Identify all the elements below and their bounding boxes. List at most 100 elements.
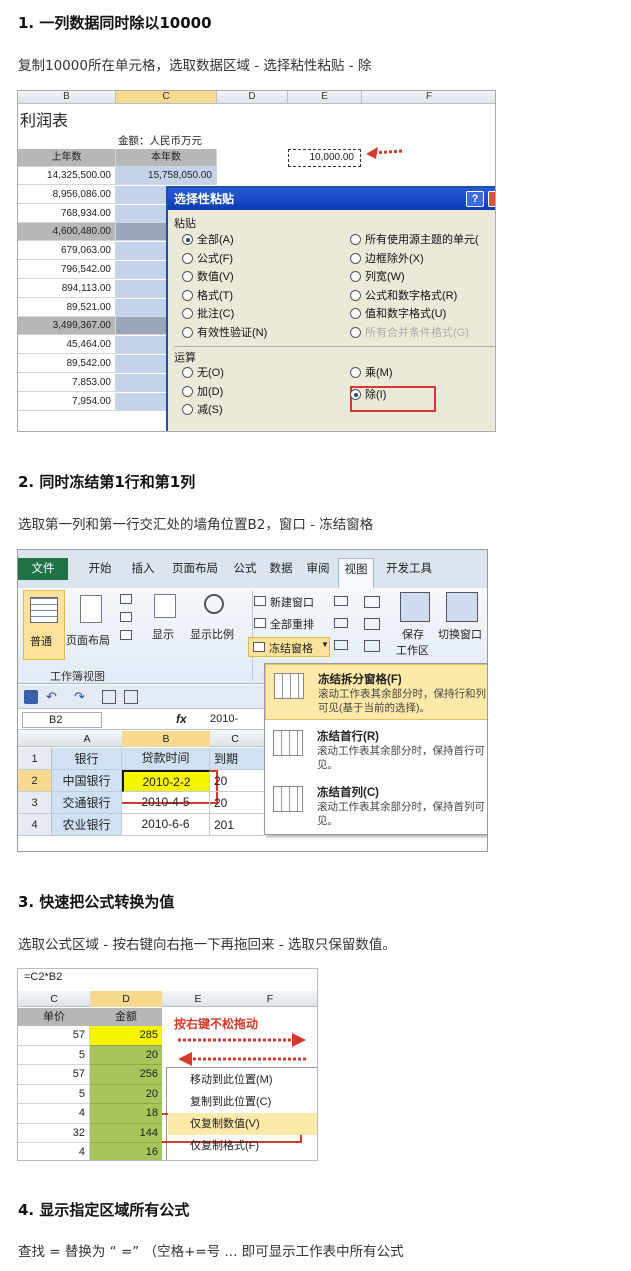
cell-amount[interactable]: 20: [90, 1084, 162, 1104]
formula-text[interactable]: =C2*B2: [24, 971, 62, 983]
redo-icon[interactable]: ↷: [74, 690, 88, 704]
cell-amount[interactable]: 20: [90, 1045, 162, 1065]
new-window-button[interactable]: 新建窗口: [270, 594, 314, 610]
row-header[interactable]: 3: [18, 792, 52, 814]
cell-b[interactable]: 45,464.00: [18, 336, 116, 355]
radio-option[interactable]: 列宽(W): [350, 270, 405, 284]
sync-scroll-icon[interactable]: [364, 618, 380, 630]
cell-a[interactable]: 农业银行: [52, 814, 122, 836]
menu-freeze-panes[interactable]: 冻结拆分窗格(F) 滚动工作表其余部分时，保持行和列可见(基于当前的选择)。: [265, 664, 487, 720]
col-header-f[interactable]: F: [362, 91, 495, 104]
cell-amount[interactable]: 285: [90, 1026, 162, 1046]
row-header[interactable]: 4: [18, 814, 52, 836]
radio-option[interactable]: 加(D): [182, 385, 223, 399]
col-header-c[interactable]: C: [116, 91, 217, 104]
cell-b[interactable]: 7,853.00: [18, 373, 116, 392]
tab-8[interactable]: 开发工具: [376, 558, 442, 580]
fx-icon[interactable]: fx: [176, 712, 187, 726]
formula-content[interactable]: 2010-: [210, 713, 238, 725]
tab-4[interactable]: 公式: [228, 558, 262, 580]
cell-b[interactable]: 894,113.00: [18, 279, 116, 298]
reset-position-icon[interactable]: [364, 640, 380, 652]
cell-b[interactable]: 4,600,480.00: [18, 223, 116, 242]
print-preview-icon[interactable]: [102, 690, 116, 704]
save-workspace-button[interactable]: 保存: [402, 626, 424, 642]
radio-option[interactable]: 减(S): [182, 403, 223, 417]
context-menu-item[interactable]: 仅复制格式(F): [168, 1135, 317, 1157]
cell-b[interactable]: 2010-6-6: [122, 814, 210, 836]
cell-a[interactable]: 银行: [52, 748, 122, 770]
cell-a[interactable]: 中国银行: [52, 770, 122, 792]
arrange-all-button[interactable]: 全部重排: [270, 616, 314, 632]
col-b[interactable]: B: [122, 731, 210, 747]
cell-c[interactable]: 20: [210, 792, 264, 814]
unhide-icon[interactable]: [334, 640, 348, 650]
header-prev-year[interactable]: 上年数: [18, 149, 116, 167]
cell-b[interactable]: 679,063.00: [18, 242, 116, 261]
col-header-d[interactable]: D: [217, 91, 288, 104]
cell-amount[interactable]: 18: [90, 1104, 162, 1124]
cell-amount[interactable]: 144: [90, 1123, 162, 1143]
normal-view-button[interactable]: 普通: [23, 590, 65, 660]
switch-window-button[interactable]: 切换窗口: [438, 626, 482, 642]
col-c[interactable]: C: [18, 991, 90, 1007]
small-view-icon-3[interactable]: [120, 630, 132, 640]
row-header[interactable]: 2: [18, 770, 52, 792]
hide-icon[interactable]: [334, 618, 348, 628]
help-icon[interactable]: ?: [466, 191, 484, 207]
radio-option[interactable]: 值和数字格式(U): [350, 307, 446, 321]
cell-b[interactable]: 贷款时间: [122, 748, 210, 770]
context-menu-item[interactable]: 仅复制数值(V): [168, 1113, 317, 1135]
radio-option[interactable]: 无(O): [182, 366, 224, 380]
radio-option[interactable]: 格式(T): [182, 289, 233, 303]
format-painter-icon[interactable]: [124, 690, 138, 704]
cell-b[interactable]: 3,499,367.00: [18, 317, 116, 336]
split-icon[interactable]: [334, 596, 348, 606]
cell-price[interactable]: 4: [18, 1143, 90, 1160]
tab-5[interactable]: 数据: [264, 558, 298, 580]
radio-option[interactable]: 公式(F): [182, 252, 233, 266]
radio-option[interactable]: 全部(A): [182, 233, 234, 247]
cell-b[interactable]: 89,542.00: [18, 355, 116, 373]
cell-amount[interactable]: 16: [90, 1143, 162, 1160]
tab-0[interactable]: 文件: [18, 558, 68, 580]
cell-price[interactable]: 5: [18, 1045, 90, 1065]
context-menu-item[interactable]: 复制到此位置(C): [168, 1091, 317, 1113]
radio-option[interactable]: 数值(V): [182, 270, 234, 284]
menu-freeze-top-row[interactable]: 冻结首行(R) 滚动工作表其余部分时，保持首行可见。: [265, 722, 487, 778]
save-icon[interactable]: [24, 690, 38, 704]
tab-6[interactable]: 审阅: [300, 558, 336, 580]
radio-option[interactable]: 有效性验证(N): [182, 326, 267, 340]
context-menu-item[interactable]: 移动到此位置(M): [168, 1069, 317, 1091]
header-unit-price[interactable]: 单价: [18, 1008, 90, 1026]
small-view-icon[interactable]: [120, 594, 132, 604]
cell-c[interactable]: 201: [210, 814, 264, 836]
cell-b[interactable]: 8,956,086.00: [18, 185, 116, 204]
radio-option[interactable]: 所有使用源主题的单元(: [350, 233, 479, 247]
cell-b[interactable]: 796,542.00: [18, 261, 116, 279]
tab-3[interactable]: 页面布局: [166, 558, 224, 580]
cell-b[interactable]: 14,325,500.00: [18, 167, 116, 185]
col-e[interactable]: E: [162, 991, 234, 1007]
close-icon[interactable]: [488, 191, 495, 207]
radio-option[interactable]: 乘(M): [350, 366, 393, 380]
col-a[interactable]: A: [52, 731, 122, 747]
cell-c[interactable]: 15,758,050.00: [116, 167, 217, 185]
cell-b[interactable]: 89,521.00: [18, 298, 116, 317]
freeze-panes-button[interactable]: 冻结窗格 ▼: [248, 637, 330, 657]
col-d[interactable]: D: [90, 991, 162, 1007]
cell-price[interactable]: 5: [18, 1084, 90, 1104]
radio-option[interactable]: 所有合并条件格式(G): [350, 326, 469, 340]
tab-2[interactable]: 插入: [122, 558, 164, 580]
save-workspace-button-2[interactable]: 工作区: [396, 642, 429, 658]
undo-icon[interactable]: ↶: [46, 690, 60, 704]
cell-b[interactable]: 2010-2-2: [122, 770, 210, 792]
cell-price[interactable]: 57: [18, 1065, 90, 1085]
cell-b[interactable]: 7,954.00: [18, 392, 116, 411]
context-menu-item[interactable]: 链接此处(L): [168, 1157, 317, 1160]
cell-c[interactable]: 到期: [210, 748, 264, 770]
page-layout-button[interactable]: 页面布局: [66, 632, 110, 648]
cell-price[interactable]: 57: [18, 1026, 90, 1046]
header-this-year[interactable]: 本年数: [116, 149, 217, 167]
zoom-button[interactable]: 显示比例: [190, 626, 234, 642]
